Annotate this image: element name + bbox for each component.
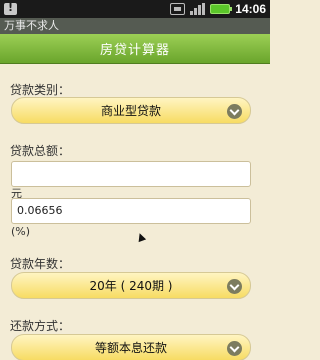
loan-type-value: 商业型贷款 <box>100 104 161 118</box>
battery-icon <box>210 4 233 14</box>
loan-term-label: 贷款年数： <box>10 257 71 271</box>
repayment-label: 还款方式： <box>10 319 71 333</box>
loan-amount-field[interactable] <box>11 161 251 187</box>
notification-icon <box>4 1 17 15</box>
interest-rate-field[interactable]: 0.06656 <box>11 198 251 224</box>
loan-type-select[interactable]: 商业型贷款 <box>11 97 251 124</box>
calculator-form: 贷款类别： 商业型贷款 贷款总额： 元 0.06656 (%) 贷款年数： 20… <box>0 64 270 360</box>
usb-icon <box>170 3 186 15</box>
loan-amount-label: 贷款总额： <box>10 144 71 158</box>
chevron-down-icon <box>227 279 242 294</box>
repayment-select[interactable]: 等额本息还款 <box>11 334 251 360</box>
chevron-down-icon <box>227 341 242 356</box>
chevron-down-icon <box>227 104 242 119</box>
app-title-bar: 万事不求人 <box>0 18 270 34</box>
interest-rate-unit: (%) <box>11 225 31 238</box>
status-bar: 14:06 <box>0 0 270 18</box>
signal-icon <box>190 3 206 15</box>
clock: 14:06 <box>235 2 266 16</box>
status-left <box>4 1 17 15</box>
app-title: 万事不求人 <box>4 19 59 32</box>
loan-term-select[interactable]: 20年 ( 240期 ) <box>11 272 251 299</box>
header: 房贷计算器 <box>0 34 270 64</box>
page-title: 房贷计算器 <box>99 43 170 58</box>
repayment-value: 等额本息还款 <box>94 341 167 355</box>
loan-type-label: 贷款类别： <box>10 83 71 97</box>
status-right: 14:06 <box>170 2 266 16</box>
loan-term-value: 20年 ( 240期 ) <box>89 279 173 293</box>
